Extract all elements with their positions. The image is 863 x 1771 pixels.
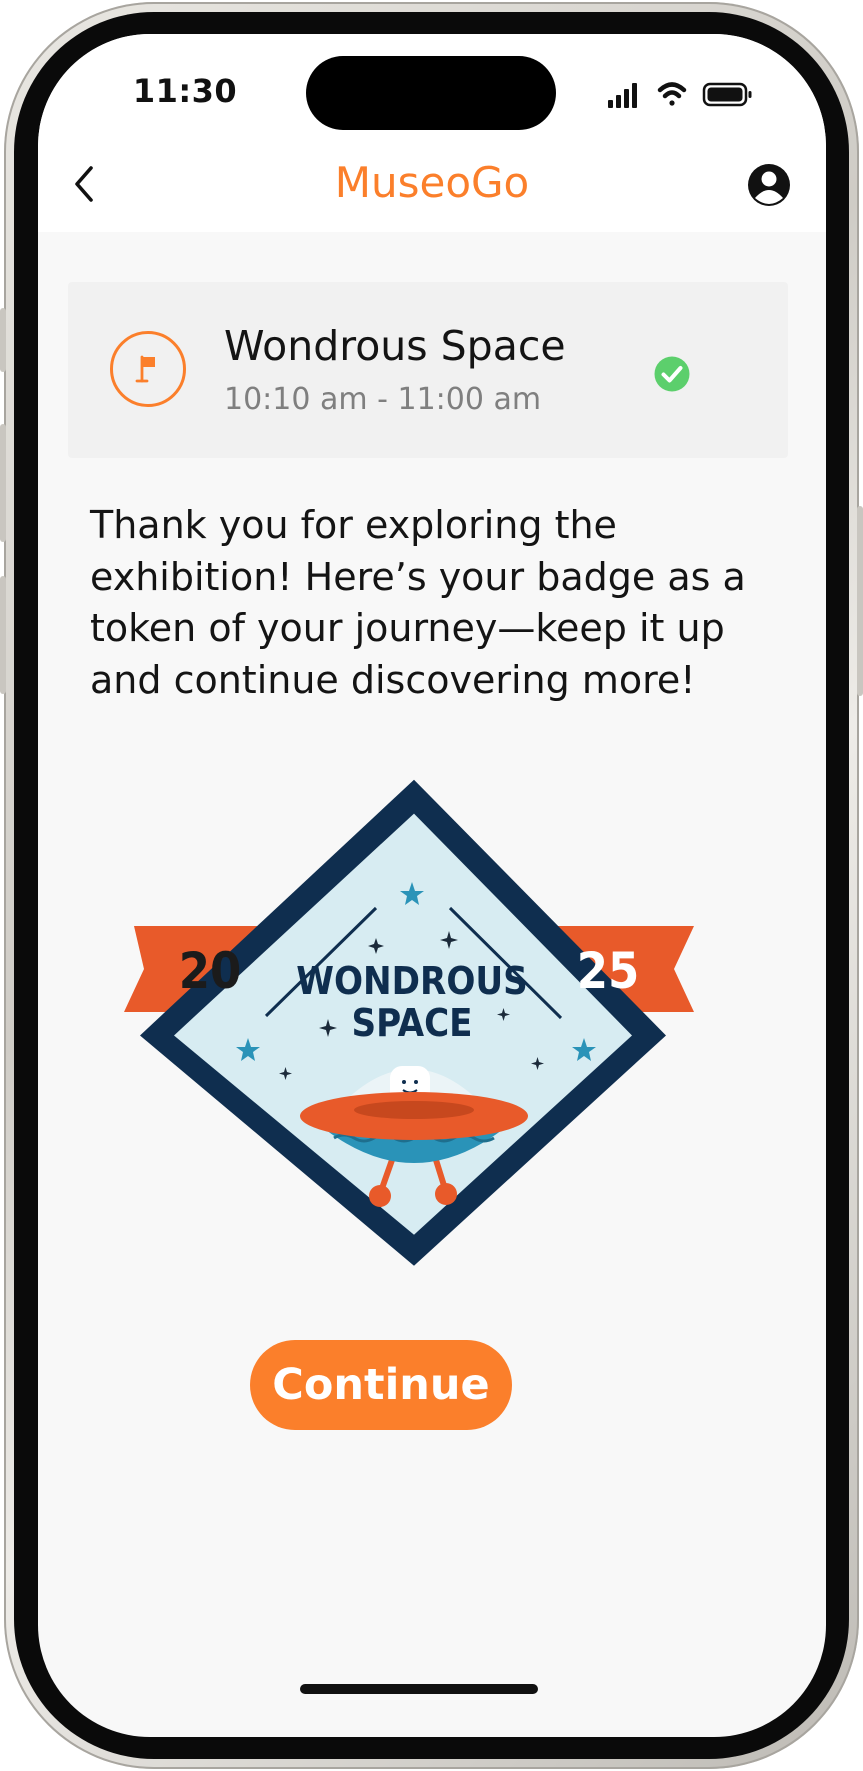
app-title: MuseoGo (334, 158, 530, 207)
profile-button[interactable] (746, 162, 792, 208)
status-icons (608, 82, 752, 108)
continue-button[interactable]: Continue (250, 1340, 512, 1430)
session-time: 10:10 am - 11:00 am (224, 382, 542, 417)
battery-icon (702, 82, 752, 107)
volume-down-button (0, 576, 6, 694)
session-card[interactable]: Wondrous Space 10:10 am - 11:00 am (68, 282, 788, 458)
user-circle-icon (748, 164, 790, 206)
check-circle-icon (654, 356, 690, 392)
power-button (857, 506, 863, 696)
chevron-left-icon (75, 166, 93, 202)
wifi-icon (657, 82, 687, 106)
session-title: Wondrous Space (224, 322, 566, 370)
volume-up-button (0, 424, 6, 542)
cellular-signal-icon (608, 83, 637, 108)
badge-year-right: 25 (577, 942, 640, 1000)
status-time: 11:30 (132, 72, 238, 110)
completion-message: Thank you for exploring the exhibition! … (90, 503, 746, 702)
badge-title-line2: SPACE (351, 1001, 472, 1045)
badge-title-line1: WONDROUS (296, 959, 528, 1003)
dynamic-island (306, 56, 556, 130)
nav-bar: MuseoGo (38, 146, 826, 234)
badge-year-left: 20 (179, 942, 242, 1000)
screen: 11:30 MuseoGo Wondrous Space 10:10 am - … (38, 34, 826, 1737)
action-button (0, 308, 6, 372)
status-bar: 11:30 MuseoGo (38, 34, 826, 232)
badge-image: 20 25 WONDROUS SPACE (124, 779, 694, 1266)
back-button[interactable] (62, 156, 106, 212)
session-icon-circle (110, 331, 186, 407)
home-indicator[interactable] (300, 1684, 538, 1694)
flag-icon (135, 355, 155, 383)
